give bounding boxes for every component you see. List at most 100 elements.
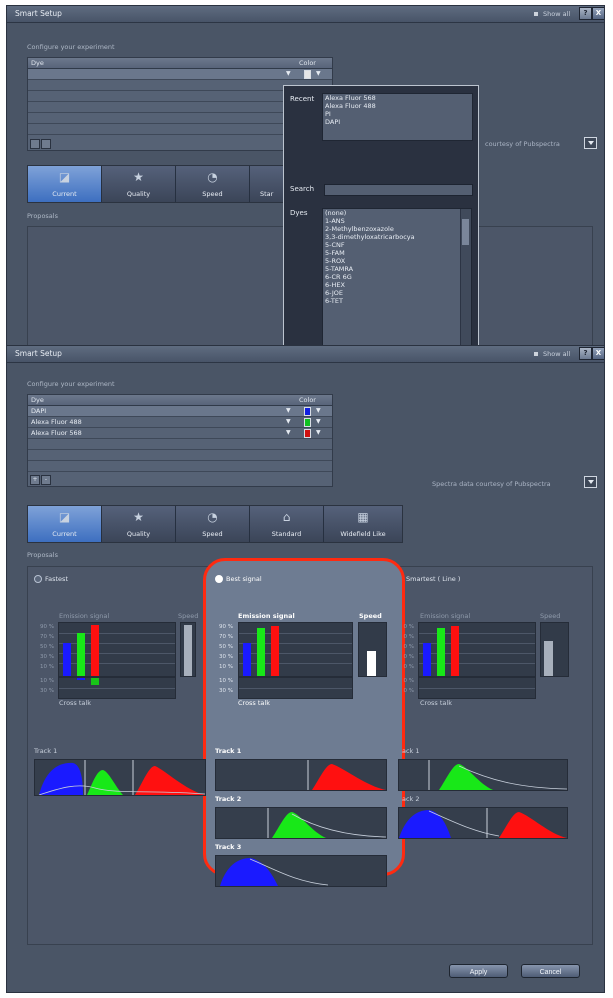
- chevron-down-icon[interactable]: ▼: [286, 407, 291, 414]
- tab-quality[interactable]: ★ Quality: [102, 506, 176, 542]
- blue-spectrum: [399, 810, 451, 838]
- spectra-dropdown-button[interactable]: [584, 476, 597, 488]
- speed-bar: [184, 625, 192, 676]
- list-item[interactable]: 5-ROX: [323, 257, 471, 265]
- chevron-down-icon[interactable]: ▼: [286, 418, 291, 425]
- list-item[interactable]: Alexa Fluor 488: [323, 102, 472, 110]
- red-spectrum: [312, 764, 386, 790]
- ct-tick-label: 10 %: [219, 678, 233, 684]
- chevron-down-icon[interactable]: ▼: [316, 418, 321, 425]
- table-row[interactable]: [28, 461, 332, 472]
- list-item[interactable]: (none): [323, 209, 471, 217]
- green-spectrum: [439, 764, 493, 790]
- list-item[interactable]: Alexa Fluor 568: [323, 94, 472, 102]
- proposal-best-signal[interactable]: Best signal Emission signal Speed 90 % 7…: [213, 572, 393, 887]
- list-item[interactable]: 1-ANS: [323, 217, 471, 225]
- list-item[interactable]: 5-CNF: [323, 241, 471, 249]
- list-item[interactable]: 5-FAM: [323, 249, 471, 257]
- chevron-down-icon[interactable]: ▼: [316, 70, 321, 77]
- speedometer-icon: ◔: [207, 510, 218, 524]
- track-label: Track 1: [34, 747, 58, 755]
- tab-current[interactable]: ◪ Current: [28, 166, 102, 202]
- fastest-radio[interactable]: [34, 575, 42, 583]
- show-all-toggle[interactable]: Show all: [534, 350, 570, 358]
- add-dye-button[interactable]: [30, 139, 40, 149]
- list-item[interactable]: 2-Methylbenzoxazole: [323, 225, 471, 233]
- best-signal-radio[interactable]: [215, 575, 223, 583]
- tab-speed[interactable]: ◔ Speed: [176, 166, 250, 202]
- show-all-toggle[interactable]: Show all: [534, 10, 570, 18]
- crosstalk-chart: [58, 677, 176, 699]
- ct-tick-label: 10 %: [40, 678, 54, 684]
- dye-chooser-popup: Recent Alexa Fluor 568 Alexa Fluor 488 P…: [283, 85, 479, 349]
- cancel-button[interactable]: Cancel: [521, 964, 580, 978]
- list-item[interactable]: 3,3-dimethyloxatricarbocya: [323, 233, 471, 241]
- y-tick-label: 10 %: [40, 664, 54, 670]
- scroll-thumb[interactable]: [462, 219, 469, 245]
- red-bar: [91, 625, 99, 676]
- proposal-fastest[interactable]: Fastest Emission signal Speed 90 % 70 % …: [32, 572, 206, 796]
- table-row[interactable]: [28, 450, 332, 461]
- spectra-dropdown-button[interactable]: [584, 137, 597, 149]
- y-tick-label: 50 %: [219, 644, 233, 650]
- dyes-list[interactable]: (none) 1-ANS 2-Methylbenzoxazole 3,3-dim…: [322, 208, 472, 349]
- help-button[interactable]: ?: [579, 7, 592, 20]
- tab-quality[interactable]: ★ Quality: [102, 166, 176, 202]
- show-all-checkbox-icon[interactable]: [534, 352, 538, 356]
- tab-speed[interactable]: ◔ Speed: [176, 506, 250, 542]
- green-bar: [257, 628, 265, 676]
- dye-name[interactable]: DAPI: [31, 407, 46, 415]
- dyes-scrollbar[interactable]: [460, 209, 471, 349]
- dye-name[interactable]: Alexa Fluor 568: [31, 429, 82, 437]
- ct-tick-label: 30 %: [40, 688, 54, 694]
- list-item[interactable]: PI: [323, 110, 472, 118]
- track-spectrum: [398, 807, 568, 839]
- remove-dye-button[interactable]: [41, 139, 51, 149]
- tab-current[interactable]: ◪ Current: [28, 506, 102, 542]
- apply-button[interactable]: Apply: [449, 964, 508, 978]
- y-tick-label: 90 %: [219, 624, 233, 630]
- close-button[interactable]: X: [592, 7, 604, 20]
- chevron-down-icon[interactable]: ▼: [286, 429, 291, 436]
- speedometer-icon: ◔: [207, 170, 218, 184]
- color-swatch[interactable]: [304, 407, 311, 416]
- red-bar: [271, 626, 279, 676]
- table-row[interactable]: ▼ ▼: [28, 69, 332, 80]
- smart-setup-window-back: Smart Setup Show all ? X Configure your …: [6, 5, 605, 350]
- color-swatch[interactable]: [304, 418, 311, 427]
- emission-chart: [238, 622, 353, 677]
- list-item[interactable]: 5-TAMRA: [323, 265, 471, 273]
- table-row[interactable]: [28, 439, 332, 450]
- y-tick-label: 70 %: [40, 634, 54, 640]
- color-swatch[interactable]: [304, 429, 311, 438]
- tab-standard[interactable]: ⌂ Standard: [250, 506, 324, 542]
- list-item[interactable]: 6-JOE: [323, 289, 471, 297]
- speed-bar: [544, 641, 553, 676]
- search-input[interactable]: [324, 184, 473, 196]
- list-item[interactable]: 6-TET: [323, 297, 471, 305]
- remove-dye-button[interactable]: -: [41, 475, 51, 485]
- close-button[interactable]: X: [592, 347, 604, 360]
- list-item[interactable]: 6-CR 6G: [323, 273, 471, 281]
- table-row[interactable]: Alexa Fluor 488 ▼ ▼: [28, 417, 332, 428]
- list-item[interactable]: 6-HEX: [323, 281, 471, 289]
- proposal-smartest[interactable]: Smartest ( Line ) Emission signal Speed …: [398, 572, 575, 839]
- dye-column-header: Dye: [31, 396, 44, 404]
- recent-dyes-list[interactable]: Alexa Fluor 568 Alexa Fluor 488 PI DAPI: [322, 93, 473, 141]
- dye-name[interactable]: Alexa Fluor 488: [31, 418, 82, 426]
- chevron-down-icon[interactable]: ▼: [286, 70, 291, 77]
- tab-widefield-like[interactable]: ▦ Widefield Like: [324, 506, 402, 542]
- table-row[interactable]: DAPI ▼ ▼: [28, 406, 332, 417]
- table-row[interactable]: Alexa Fluor 568 ▼ ▼: [28, 428, 332, 439]
- list-item[interactable]: DAPI: [323, 118, 472, 126]
- help-button[interactable]: ?: [579, 347, 592, 360]
- red-bar: [451, 626, 459, 676]
- chevron-down-icon[interactable]: ▼: [316, 429, 321, 436]
- y-tick-label: 30 %: [219, 654, 233, 660]
- dye-table: Dye Color DAPI ▼ ▼ Alexa Fluor 488 ▼ ▼ A…: [27, 394, 333, 487]
- add-dye-button[interactable]: +: [30, 475, 40, 485]
- chevron-down-icon[interactable]: ▼: [316, 407, 321, 414]
- show-all-checkbox-icon[interactable]: [534, 12, 538, 16]
- current-icon: ◪: [58, 510, 71, 524]
- color-swatch[interactable]: [304, 70, 311, 79]
